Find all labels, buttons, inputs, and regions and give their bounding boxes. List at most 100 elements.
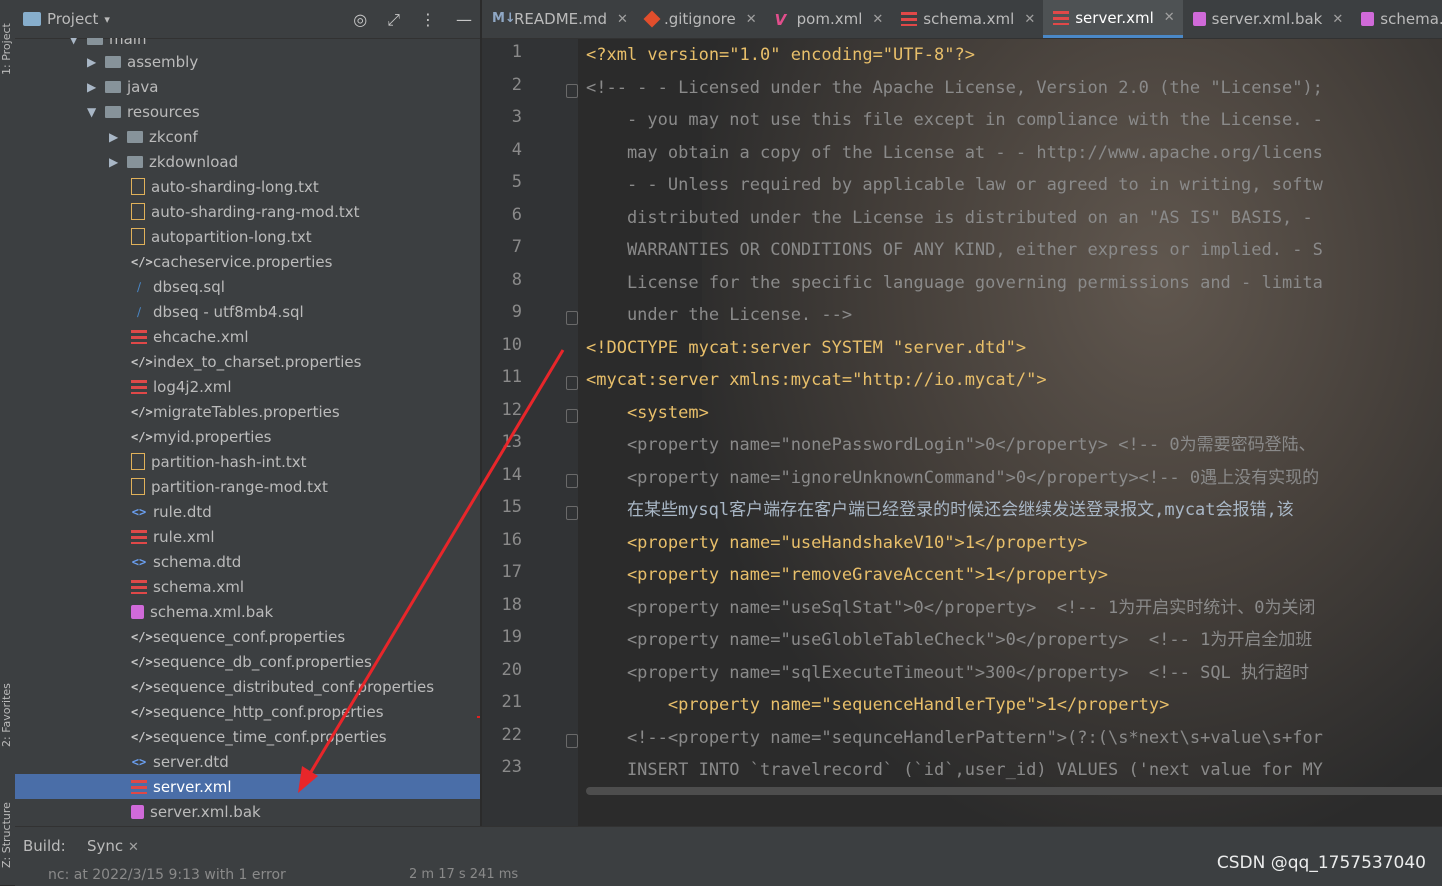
tree-item[interactable]: ▼ resources [15,99,480,124]
tree-item-label: log4j2.xml [153,377,232,396]
tree-item[interactable]: <> schema.dtd [15,549,480,574]
properties-file-icon: </> [131,729,153,744]
properties-file-icon: </> [131,629,153,644]
editor-horizontal-scrollbar[interactable] [586,787,1442,795]
collapsed-arrow-icon[interactable]: ▶ [109,130,127,144]
tree-item[interactable]: schema.xml [15,574,480,599]
tree-item-label: dbseq - utf8mb4.sql [153,302,304,321]
line-number: 14 [501,464,522,485]
project-tool-tab[interactable]: 1: Project [0,4,15,94]
tree-item[interactable]: ∕ dbseq - utf8mb4.sql [15,299,480,324]
fold-marker-icon[interactable] [566,408,578,423]
tree-item[interactable]: log4j2.xml [15,374,480,399]
left-tool-strip: 1: Project 2: Favorites Z: Structure [0,0,16,885]
close-tab-icon[interactable]: ✕ [1332,12,1343,27]
tree-item[interactable]: </> myid.properties [15,424,480,449]
tree-item[interactable]: </> migrateTables.properties [15,399,480,424]
tree-item[interactable]: autopartition-long.txt [15,224,480,249]
tree-item[interactable]: server.xml [15,774,480,799]
editor-tab[interactable]: Vpom.xml ✕ [765,0,892,38]
code-editor[interactable]: 1 2 3 4 5 6 7 8 9 10 11 12 13 14 15 16 17 18 19 20 21 22 23 <?… [482,39,1442,826]
more-options-icon[interactable]: ⋮ [420,10,436,30]
chevron-down-icon: ▾ [104,12,110,26]
tree-item[interactable]: auto-sharding-rang-mod.txt [15,199,480,224]
tree-item[interactable]: ▶ zkdownload [15,149,480,174]
close-tab-icon[interactable]: ✕ [1164,10,1175,25]
tree-item[interactable]: partition-hash-int.txt [15,449,480,474]
tree-item-label: assembly [127,52,199,71]
close-tab-icon[interactable]: ✕ [1024,12,1035,27]
target-icon[interactable]: ◎ [353,10,367,30]
project-view-selector[interactable]: Project ▾ [23,10,110,28]
git-icon [643,10,661,28]
editor-tab[interactable]: M↓ README.md ✕ [482,0,636,38]
tree-item[interactable]: </> sequence_time_conf.properties [15,724,480,749]
tree-item[interactable]: </> cacheservice.properties [15,249,480,274]
tree-item[interactable]: </> sequence_http_conf.properties [15,699,480,724]
editor-tab[interactable]: schema. [1351,0,1442,38]
project-panel: Project ▾ ◎ ⤢ ⋮ — ▼ main ▶ assembly ▶ java ▼… [15,0,495,826]
editor-tab[interactable]: .gitignore ✕ [636,0,765,38]
fold-marker-icon[interactable] [566,311,578,325]
tree-item[interactable]: ∕ dbseq.sql [15,274,480,299]
tree-item-label: partition-hash-int.txt [151,452,307,471]
fold-marker-icon[interactable] [566,473,578,488]
tree-item[interactable]: </> sequence_distributed_conf.properties [15,674,480,699]
tree-item[interactable]: partition-range-mod.txt [15,474,480,499]
close-icon[interactable]: ✕ [128,840,139,855]
close-tab-icon[interactable]: ✕ [617,12,628,27]
collapsed-arrow-icon[interactable]: ▶ [87,55,105,69]
tree-item[interactable]: </> index_to_charset.properties [15,349,480,374]
editor-tab-label: .gitignore [663,10,736,28]
editor-tab-label: pom.xml [796,10,863,28]
hide-panel-icon[interactable]: — [456,10,472,30]
properties-file-icon: </> [131,429,153,444]
editor-tab[interactable]: server.xml.bak ✕ [1183,0,1352,38]
close-tab-icon[interactable]: ✕ [746,12,757,27]
fold-marker-icon[interactable] [566,733,578,748]
tree-item[interactable]: <> server.dtd [15,749,480,774]
favorites-tool-tab[interactable]: 2: Favorites [0,670,15,760]
line-number: 23 [501,757,522,777]
collapsed-arrow-icon[interactable]: ▶ [87,80,105,94]
folder-icon [127,155,143,168]
tree-item-label: ehcache.xml [153,327,249,346]
tree-item-label: resources [127,102,200,121]
tree-item[interactable]: server.xml.bak [15,799,480,824]
code-area[interactable]: <?xml version="1.0" encoding="UTF-8"?> <!… [586,39,1442,826]
editor-tab-label: schema.xml [923,10,1015,28]
tree-item-label: dbseq.sql [153,277,225,296]
properties-file-icon: </> [131,704,153,719]
tree-item-label: auto-sharding-long.txt [151,177,319,196]
fold-marker-icon[interactable] [566,506,578,520]
line-number-gutter: 1 2 3 4 5 6 7 8 9 10 11 12 13 14 15 16 17 18 19 20 21 22 23 [482,39,578,826]
xml-file-icon [131,579,147,594]
tree-item[interactable]: rule.xml [15,524,480,549]
tree-item-label: server.xml.bak [150,802,261,821]
build-status: nc: at 2022/3/15 9:13 with 1 error [48,867,286,883]
tree-item[interactable]: ehcache.xml [15,324,480,349]
fold-marker-icon[interactable] [566,376,578,390]
line-number: 3 [511,107,522,127]
tree-item[interactable]: ▶ java [15,74,480,99]
collapse-all-icon[interactable]: ⤢ [387,10,400,30]
tree-item[interactable]: </> sequence_conf.properties [15,624,480,649]
tree-item[interactable]: ▶ assembly [15,49,480,74]
sync-tab[interactable]: Sync ✕ [87,837,139,855]
collapsed-arrow-icon[interactable]: ▶ [109,155,127,169]
structure-tool-tab[interactable]: Z: Structure [0,790,15,880]
project-title: Project [47,10,99,28]
tree-item-label: sequence_db_conf.properties [153,652,372,671]
tree-item[interactable]: <> rule.dtd [15,499,480,524]
tree-item[interactable]: </> sequence_db_conf.properties [15,649,480,674]
tree-item[interactable]: auto-sharding-long.txt [15,174,480,199]
close-tab-icon[interactable]: ✕ [872,12,883,27]
fold-marker-icon[interactable] [566,83,578,98]
editor-tab[interactable]: schema.xml ✕ [891,0,1043,38]
tree-item[interactable]: schema.xml.bak [15,599,480,624]
editor-tab[interactable]: server.xml ✕ [1043,0,1183,38]
tree-item[interactable]: ▶ zkconf [15,124,480,149]
expanded-arrow-icon[interactable]: ▼ [87,105,105,119]
tree-item-label: schema.xml [153,577,245,596]
xml-file-icon [901,12,918,26]
